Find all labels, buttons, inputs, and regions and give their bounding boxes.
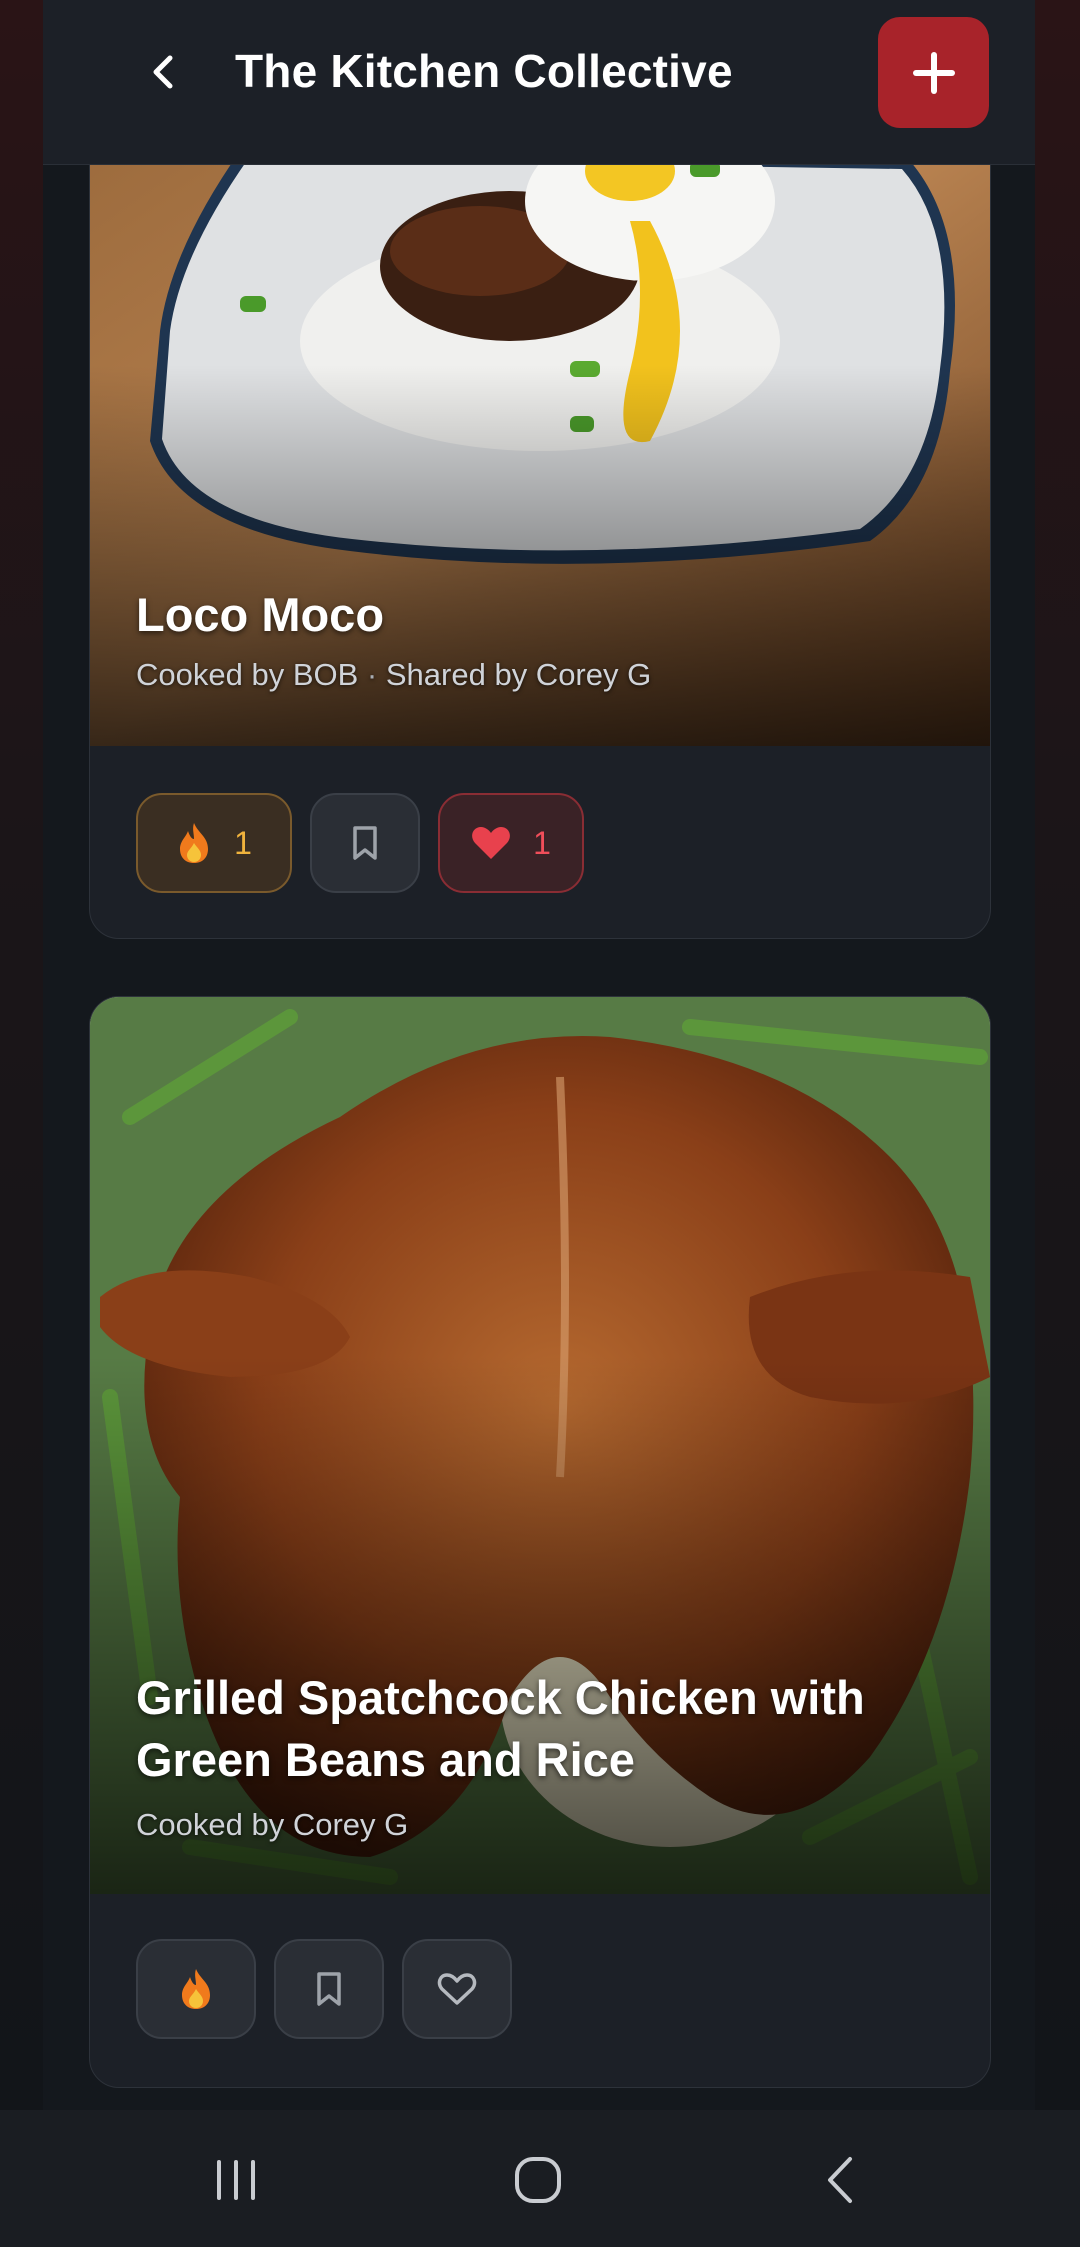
recipe-title: Grilled Spatchcock Chicken with Green Be… xyxy=(136,1667,865,1791)
background-edge-left xyxy=(0,0,43,2110)
shared-by: Shared by Corey G xyxy=(385,657,652,692)
recipe-meta: Cooked by Corey G xyxy=(136,1807,408,1843)
fire-icon xyxy=(182,1969,210,2009)
heart-outline-icon xyxy=(437,1973,477,2005)
cooked-by: Cooked by Corey G xyxy=(136,1807,409,1842)
recipe-title-line: Green Beans and Rice xyxy=(136,1733,635,1786)
home-icon xyxy=(515,2157,561,2203)
recipe-title-line: Grilled Spatchcock Chicken with xyxy=(136,1671,865,1724)
recipe-photo[interactable]: Loco Moco Cooked by BOB · Shared by Core… xyxy=(90,111,990,746)
page-title: The Kitchen Collective xyxy=(235,45,733,97)
background-edge-right xyxy=(1035,0,1080,2110)
recipe-meta: Cooked by BOB · Shared by Corey G xyxy=(136,657,651,693)
home-button[interactable] xyxy=(498,2140,578,2220)
plus-icon xyxy=(912,51,955,94)
system-nav-bar xyxy=(0,2110,1080,2247)
recent-apps-icon xyxy=(217,2160,255,2200)
cooked-by: Cooked by BOB xyxy=(136,657,359,692)
recipe-actions: 1 1 xyxy=(136,793,584,893)
recent-apps-button[interactable] xyxy=(196,2140,276,2220)
meta-separator: · xyxy=(366,657,378,692)
bookmark-button[interactable] xyxy=(310,793,420,893)
fire-icon xyxy=(180,823,209,863)
like-count: 1 xyxy=(533,824,551,861)
add-recipe-button[interactable] xyxy=(878,17,989,128)
fire-reaction-button[interactable] xyxy=(136,1939,256,2039)
app-header: The Kitchen Collective xyxy=(43,0,1035,165)
bookmark-icon xyxy=(317,1972,341,2006)
recipe-card[interactable]: Loco Moco Cooked by BOB · Shared by Core… xyxy=(89,110,991,939)
recipe-photo[interactable]: Grilled Spatchcock Chicken with Green Be… xyxy=(90,997,990,1894)
recipe-card[interactable]: Grilled Spatchcock Chicken with Green Be… xyxy=(89,996,991,2088)
back-button[interactable] xyxy=(133,42,193,102)
heart-filled-icon xyxy=(472,827,510,859)
bookmark-button[interactable] xyxy=(274,1939,384,2039)
chevron-left-icon xyxy=(153,55,173,89)
recipe-title: Loco Moco xyxy=(136,588,385,641)
bookmark-icon xyxy=(353,826,377,860)
system-back-button[interactable] xyxy=(800,2140,880,2220)
recipe-actions xyxy=(136,1939,512,2039)
like-button[interactable] xyxy=(402,1939,512,2039)
fire-count: 1 xyxy=(234,824,252,861)
fire-reaction-button[interactable]: 1 xyxy=(136,793,292,893)
like-button[interactable]: 1 xyxy=(438,793,584,893)
back-icon xyxy=(828,2157,852,2203)
